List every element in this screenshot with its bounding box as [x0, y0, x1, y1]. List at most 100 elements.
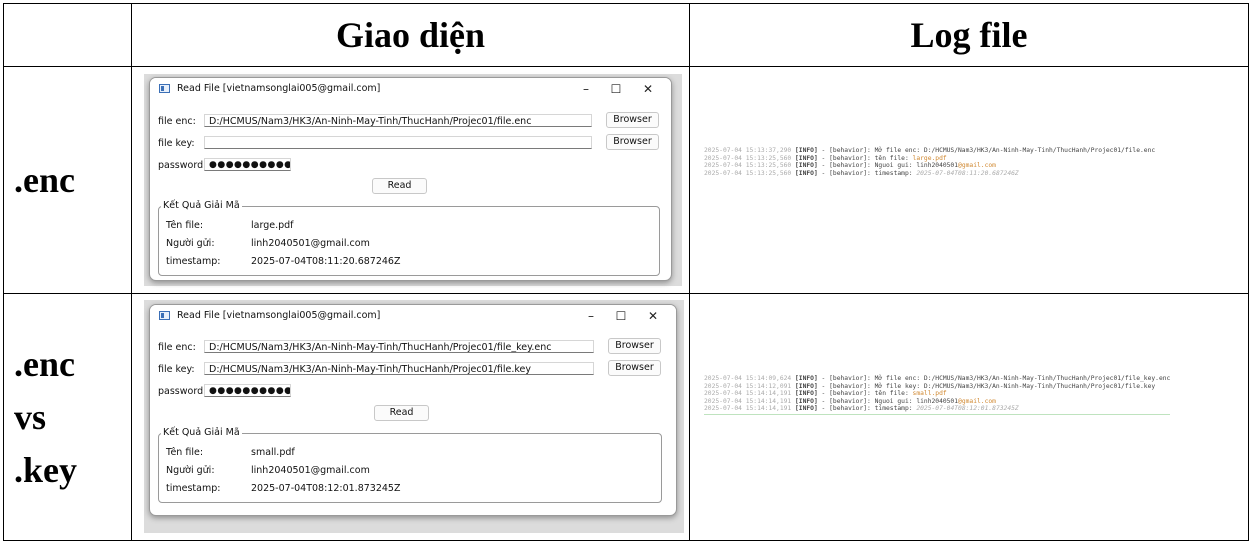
result-label-sender: Người gửi:: [166, 238, 215, 249]
log-message: - [behavior]: timestamp:: [817, 169, 917, 177]
log-level: [INFO]: [791, 147, 818, 154]
result-value-timestamp: 2025-07-04T08:12:01.873245Z: [251, 483, 401, 494]
result-value-sender: linh2040501@gmail.com: [251, 238, 370, 249]
password-label: password: [158, 386, 204, 397]
minimize-icon[interactable]: –: [573, 80, 599, 98]
log-level: [INFO]: [791, 169, 818, 177]
log-highlight: small.pdf: [912, 390, 947, 398]
log-message: - [behavior]: tên file:: [817, 390, 913, 398]
log-output: 2025-07-04 15:14:09,624 [INFO] - [behavi…: [704, 375, 1171, 415]
log-highlight: 2025-07-04T08:11:20.687246Z: [916, 169, 1019, 177]
interface-cell-enc: Read File [vietnamsonglai005@gmail.com] …: [131, 66, 690, 294]
log-level: [INFO]: [791, 405, 818, 413]
result-group-title: Kết Quả Giải Mã: [161, 200, 242, 211]
result-label-filename: Tên file:: [166, 447, 204, 458]
screenshot-frame: Read File [vietnamsonglai005@gmail.com] …: [144, 300, 684, 533]
file-enc-label: file enc:: [158, 342, 196, 353]
log-level: [INFO]: [791, 375, 818, 382]
header-row: Giao diện Log file: [3, 3, 1249, 67]
browse-key-button[interactable]: Browser: [608, 360, 661, 376]
comparison-table: Giao diện Log file .enc Read File [vietn…: [3, 3, 1249, 541]
file-enc-field[interactable]: D:/HCMUS/Nam3/HK3/An-Ninh-May-Tinh/ThucH…: [204, 340, 594, 353]
window-title: Read File [vietnamsonglai005@gmail.com]: [177, 310, 381, 321]
file-key-label: file key:: [158, 364, 195, 375]
log-highlight: large.pdf: [912, 154, 947, 162]
log-message: - [behavior]: Nguoi gui: linh2040501: [817, 397, 959, 405]
maximize-icon[interactable]: ☐: [608, 307, 634, 325]
log-line: 2025-07-04 15:14:09,624 [INFO] - [behavi…: [704, 375, 1170, 383]
log-timestamp: 2025-07-04 15:13:37,290: [704, 147, 792, 154]
minimize-icon[interactable]: –: [578, 307, 604, 325]
result-label-timestamp: timestamp:: [166, 256, 221, 267]
file-enc-label: file enc:: [158, 116, 196, 127]
result-value-timestamp: 2025-07-04T08:11:20.687246Z: [251, 256, 401, 267]
row-enc-key: .enc vs .key Read File [vietnamsonglai00…: [3, 293, 1249, 541]
log-line: 2025-07-04 15:13:25,560 [INFO] - [behavi…: [704, 170, 1155, 178]
title-bar: Read File [vietnamsonglai005@gmail.com] …: [150, 78, 671, 100]
file-key-label: file key:: [158, 138, 195, 149]
log-timestamp: 2025-07-04 15:14:14,191: [704, 390, 792, 398]
log-message: - [behavior]: Mở file key: D:/HCMUS/Nam3…: [817, 382, 1156, 390]
log-highlight: @gmail.com: [958, 162, 996, 170]
result-value-filename: small.pdf: [251, 447, 295, 458]
log-timestamp: 2025-07-04 15:14:14,191: [704, 405, 792, 413]
maximize-icon[interactable]: ☐: [603, 80, 629, 98]
close-icon[interactable]: ✕: [640, 307, 666, 325]
result-label-sender: Người gửi:: [166, 465, 215, 476]
result-value-filename: large.pdf: [251, 220, 294, 231]
log-timestamp: 2025-07-04 15:13:25,560: [704, 169, 792, 177]
result-value-sender: linh2040501@gmail.com: [251, 465, 370, 476]
file-enc-field[interactable]: D:/HCMUS/Nam3/HK3/An-Ninh-May-Tinh/ThucH…: [204, 114, 592, 127]
password-label: password: [158, 160, 204, 171]
log-level: [INFO]: [791, 162, 818, 170]
row-label-line: .enc: [14, 343, 75, 384]
log-line: 2025-07-04 15:14:14,191 [INFO] - [behavi…: [704, 398, 1170, 406]
log-level: [INFO]: [791, 154, 818, 162]
browse-key-button[interactable]: Browser: [606, 134, 659, 150]
read-button[interactable]: Read: [374, 405, 429, 421]
read-button[interactable]: Read: [372, 178, 427, 194]
log-level: [INFO]: [791, 382, 818, 390]
log-timestamp: 2025-07-04 15:13:25,560: [704, 154, 792, 162]
password-field[interactable]: ●●●●●●●●●●●●: [204, 384, 291, 397]
result-group: Kết Quả Giải Mã Tên file: small.pdf Ngườ…: [158, 427, 662, 503]
app-icon: [159, 311, 170, 320]
browse-enc-button[interactable]: Browser: [608, 338, 661, 354]
log-timestamp: 2025-07-04 15:13:25,560: [704, 162, 792, 170]
log-message: - [behavior]: Nguoi gui: linh2040501: [817, 162, 959, 170]
log-level: [INFO]: [791, 397, 818, 405]
row-label-line: vs: [14, 396, 47, 437]
row-label-line: .key: [14, 449, 77, 490]
password-field[interactable]: ●●●●●●●●●●●●: [204, 158, 291, 171]
log-timestamp: 2025-07-04 15:14:12,091: [704, 382, 792, 390]
log-message: - [behavior]: Mở file enc: D:/HCMUS/Nam3…: [817, 147, 1156, 154]
read-file-window: Read File [vietnamsonglai005@gmail.com] …: [149, 77, 672, 281]
log-cell-enc-key: 2025-07-04 15:14:09,624 [INFO] - [behavi…: [689, 293, 1249, 541]
row-label-enc: .enc: [3, 66, 132, 294]
log-highlight: 2025-07-04T08:12:01.873245Z: [916, 405, 1019, 413]
log-timestamp: 2025-07-04 15:14:09,624: [704, 375, 792, 382]
log-highlight: @gmail.com: [958, 397, 996, 405]
result-label-filename: Tên file:: [166, 220, 204, 231]
log-message: - [behavior]: tên file:: [817, 154, 913, 162]
log-output: 2025-07-04 15:13:37,290 [INFO] - [behavi…: [704, 147, 1155, 177]
screenshot-frame: Read File [vietnamsonglai005@gmail.com] …: [144, 74, 682, 286]
log-message: - [behavior]: timestamp:: [817, 405, 917, 413]
log-message: - [behavior]: Mở file enc: D:/HCMUS/Nam3…: [817, 375, 1171, 382]
row-enc: .enc Read File [vietnamsonglai005@gmail.…: [3, 66, 1249, 294]
file-key-field[interactable]: D:/HCMUS/Nam3/HK3/An-Ninh-May-Tinh/ThucH…: [204, 362, 594, 375]
interface-cell-enc-key: Read File [vietnamsonglai005@gmail.com] …: [131, 293, 690, 541]
result-group-title: Kết Quả Giải Mã: [161, 427, 242, 438]
result-label-timestamp: timestamp:: [166, 483, 221, 494]
log-timestamp: 2025-07-04 15:14:14,191: [704, 397, 792, 405]
row-label-enc-key: .enc vs .key: [3, 293, 132, 541]
log-line: 2025-07-04 15:13:25,560 [INFO] - [behavi…: [704, 162, 1155, 170]
log-line: 2025-07-04 15:14:14,191 [INFO] - [behavi…: [704, 405, 1170, 413]
file-key-field[interactable]: [204, 136, 592, 149]
header-interface: Giao diện: [131, 3, 690, 67]
window-title: Read File [vietnamsonglai005@gmail.com]: [177, 83, 381, 94]
browse-enc-button[interactable]: Browser: [606, 112, 659, 128]
log-line: 2025-07-04 15:14:14,191 [INFO] - [behavi…: [704, 390, 1170, 398]
close-icon[interactable]: ✕: [635, 80, 661, 98]
read-file-window: Read File [vietnamsonglai005@gmail.com] …: [149, 304, 677, 516]
